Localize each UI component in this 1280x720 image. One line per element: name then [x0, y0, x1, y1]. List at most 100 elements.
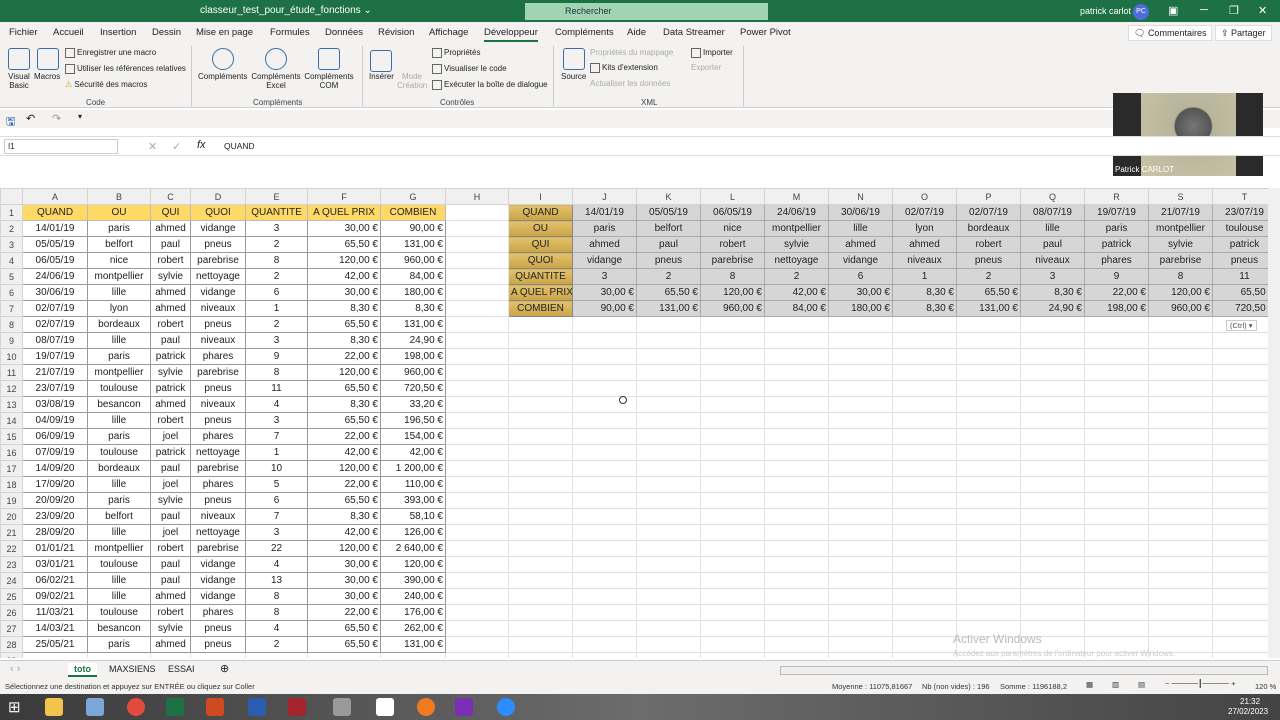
- transposed-cell[interactable]: 1: [892, 268, 957, 285]
- visual-basic-button[interactable]: Visual Basic: [6, 72, 32, 90]
- empty-cell[interactable]: [445, 236, 509, 253]
- transposed-cell[interactable]: 3: [1020, 268, 1085, 285]
- empty-cell[interactable]: [1148, 428, 1213, 445]
- empty-cell[interactable]: [828, 604, 893, 621]
- row-header[interactable]: 26: [0, 604, 23, 621]
- transposed-cell[interactable]: 21/07/19: [1148, 204, 1213, 221]
- onenote-icon[interactable]: [455, 698, 473, 716]
- data-cell[interactable]: parebrise: [190, 364, 246, 381]
- empty-cell[interactable]: [508, 348, 573, 365]
- save-icon[interactable]: 🖫: [6, 113, 15, 132]
- empty-cell[interactable]: [572, 492, 637, 509]
- empty-cell[interactable]: [445, 428, 509, 445]
- empty-cell[interactable]: [892, 572, 957, 589]
- empty-cell[interactable]: [1148, 588, 1213, 605]
- empty-cell[interactable]: [764, 316, 829, 333]
- empty-cell[interactable]: [445, 300, 509, 317]
- empty-cell[interactable]: [572, 540, 637, 557]
- empty-cell[interactable]: [1212, 396, 1268, 413]
- empty-cell[interactable]: [700, 396, 765, 413]
- header-cell[interactable]: QUI: [150, 204, 191, 221]
- transposed-cell[interactable]: 08/07/19: [1020, 204, 1085, 221]
- empty-cell[interactable]: [892, 444, 957, 461]
- empty-cell[interactable]: [764, 572, 829, 589]
- spreadsheet-grid[interactable]: A B C D E F G H I J K L M N O P Q R S T 1 QUAND OU QUI QUOI QUANT…: [0, 188, 1268, 658]
- zoom-app-icon[interactable]: [497, 698, 515, 716]
- data-cell[interactable]: 03/08/19: [22, 396, 88, 413]
- row-header[interactable]: 25: [0, 588, 23, 605]
- menu-tab-data-streamer[interactable]: Data Streamer: [663, 27, 725, 38]
- data-cell[interactable]: 22,00 €: [307, 348, 381, 365]
- empty-cell[interactable]: [764, 588, 829, 605]
- empty-cell[interactable]: [572, 604, 637, 621]
- empty-cell[interactable]: [892, 556, 957, 573]
- empty-cell[interactable]: [828, 428, 893, 445]
- data-cell[interactable]: 131,00 €: [380, 636, 446, 653]
- data-cell[interactable]: 120,00 €: [307, 460, 381, 477]
- empty-cell[interactable]: [636, 348, 701, 365]
- empty-cell[interactable]: [572, 364, 637, 381]
- empty-cell[interactable]: [572, 556, 637, 573]
- view-code-button[interactable]: Visualiser le code: [432, 64, 507, 74]
- empty-cell[interactable]: [508, 652, 573, 658]
- data-cell[interactable]: phares: [190, 604, 246, 621]
- data-cell[interactable]: niveaux: [190, 332, 246, 349]
- empty-cell[interactable]: [892, 492, 957, 509]
- transposed-cell[interactable]: sylvie: [1148, 236, 1213, 253]
- data-cell[interactable]: 13: [245, 572, 308, 589]
- empty-cell[interactable]: [445, 476, 509, 493]
- transposed-cell[interactable]: ahmed: [572, 236, 637, 253]
- data-cell[interactable]: 11: [245, 380, 308, 397]
- empty-cell[interactable]: [892, 460, 957, 477]
- empty-cell[interactable]: [445, 444, 509, 461]
- empty-cell[interactable]: [764, 556, 829, 573]
- data-cell[interactable]: phares: [190, 348, 246, 365]
- empty-cell[interactable]: [508, 364, 573, 381]
- empty-cell[interactable]: [636, 444, 701, 461]
- empty-cell[interactable]: [1148, 540, 1213, 557]
- transposed-cell[interactable]: 960,00 €: [700, 300, 765, 317]
- data-cell[interactable]: 4: [245, 556, 308, 573]
- empty-cell[interactable]: [1020, 492, 1085, 509]
- empty-cell[interactable]: [1020, 348, 1085, 365]
- data-cell[interactable]: 5: [245, 476, 308, 493]
- access-icon[interactable]: [288, 698, 306, 716]
- data-cell[interactable]: 22,00 €: [307, 476, 381, 493]
- row-header[interactable]: 3: [0, 236, 23, 253]
- data-cell[interactable]: montpellier: [87, 540, 151, 557]
- empty-cell[interactable]: [828, 460, 893, 477]
- data-cell[interactable]: 30/06/19: [22, 284, 88, 301]
- empty-cell[interactable]: [892, 412, 957, 429]
- com-addins-button[interactable]: Compléments COM: [303, 72, 355, 90]
- data-cell[interactable]: vidange: [190, 220, 246, 237]
- data-cell[interactable]: besancon: [87, 396, 151, 413]
- empty-cell[interactable]: [956, 540, 1021, 557]
- empty-cell[interactable]: [828, 508, 893, 525]
- data-cell[interactable]: 8: [245, 588, 308, 605]
- transposed-cell[interactable]: 120,00 €: [700, 284, 765, 301]
- export-button[interactable]: Exporter: [691, 63, 721, 72]
- empty-cell[interactable]: [1084, 492, 1149, 509]
- data-cell[interactable]: paul: [150, 460, 191, 477]
- menu-tab-mise-en-page[interactable]: Mise en page: [196, 27, 253, 38]
- empty-cell[interactable]: [828, 524, 893, 541]
- data-cell[interactable]: 65,50 €: [307, 636, 381, 653]
- empty-cell[interactable]: [445, 396, 509, 413]
- transposed-cell[interactable]: pneus: [636, 252, 701, 269]
- redo-icon[interactable]: ↷: [52, 112, 61, 125]
- empty-cell[interactable]: [572, 652, 637, 658]
- transposed-cell[interactable]: robert: [700, 236, 765, 253]
- empty-cell[interactable]: [445, 556, 509, 573]
- column-header-T[interactable]: T: [1212, 188, 1268, 205]
- zoom-level[interactable]: 120 %: [1255, 682, 1276, 691]
- data-cell[interactable]: 6: [245, 284, 308, 301]
- data-cell[interactable]: 90,00 €: [380, 220, 446, 237]
- import-button[interactable]: Importer: [691, 48, 733, 58]
- empty-cell[interactable]: [572, 588, 637, 605]
- empty-cell[interactable]: [764, 604, 829, 621]
- empty-cell[interactable]: [508, 332, 573, 349]
- search-box[interactable]: Rechercher: [525, 3, 768, 20]
- empty-cell[interactable]: [828, 348, 893, 365]
- empty-cell[interactable]: [1084, 348, 1149, 365]
- transposed-cell[interactable]: 65,50 €: [1212, 284, 1268, 301]
